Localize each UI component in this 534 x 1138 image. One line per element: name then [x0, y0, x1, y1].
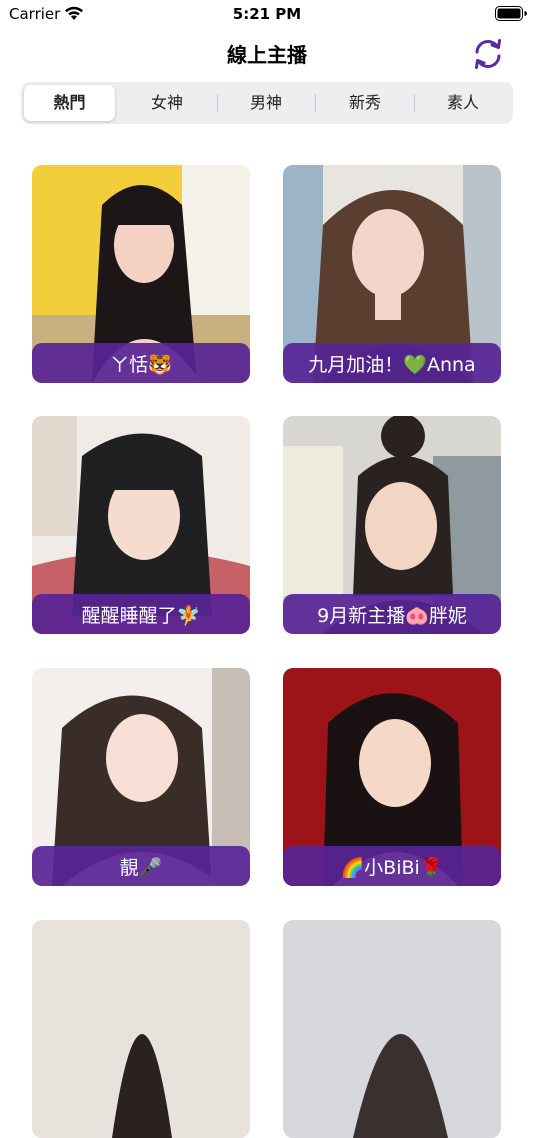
- streamer-card[interactable]: 9月新主播🐽胖妮: [283, 416, 501, 634]
- streamer-name: ㄚ恬🐯: [110, 353, 172, 376]
- category-segmented-control: 熱門 女神 男神 新秀 素人: [21, 82, 513, 124]
- page-title: 線上主播: [227, 43, 307, 67]
- battery-icon: [495, 6, 527, 21]
- streamer-photo: [32, 920, 250, 1138]
- streamer-label-bar: ㄚ恬🐯: [32, 343, 250, 383]
- streamer-card[interactable]: 九月加油！💚Anna: [283, 165, 501, 383]
- streamer-name: 九月加油！💚Anna: [308, 353, 476, 376]
- refresh-button[interactable]: [470, 36, 506, 72]
- tab-male-god[interactable]: 男神: [219, 85, 313, 121]
- streamer-name: 醒醒睡醒了🧚: [81, 604, 201, 627]
- segment-divider: [217, 94, 218, 112]
- streamer-label-bar: 🌈小BiBi🌹: [283, 846, 501, 886]
- streamer-photo: [283, 920, 501, 1138]
- status-bar: Carrier 5:21 PM: [0, 0, 534, 28]
- tab-goddess[interactable]: 女神: [119, 85, 215, 121]
- streamer-label-bar: 9月新主播🐽胖妮: [283, 594, 501, 634]
- segment-divider: [315, 94, 316, 112]
- status-time: 5:21 PM: [232, 5, 302, 23]
- streamer-card[interactable]: 醒醒睡醒了🧚: [32, 416, 250, 634]
- streamer-name: 靚🎤: [119, 856, 163, 879]
- streamer-label-bar: 九月加油！💚Anna: [283, 343, 501, 383]
- streamer-label-bar: 靚🎤: [32, 846, 250, 886]
- streamer-card[interactable]: 🌈小BiBi🌹: [283, 668, 501, 886]
- streamer-name: 9月新主播🐽胖妮: [317, 604, 467, 627]
- refresh-icon: [475, 39, 501, 69]
- streamer-card[interactable]: [283, 920, 501, 1138]
- tab-hot[interactable]: 熱門: [24, 85, 115, 121]
- streamer-card[interactable]: ㄚ恬🐯: [32, 165, 250, 383]
- tab-newcomer[interactable]: 新秀: [317, 85, 413, 121]
- streamer-name: 🌈小BiBi🌹: [340, 856, 444, 879]
- streamer-card[interactable]: 靚🎤: [32, 668, 250, 886]
- segment-divider: [414, 94, 415, 112]
- tab-amateur[interactable]: 素人: [416, 85, 510, 121]
- streamer-card[interactable]: [32, 920, 250, 1138]
- streamer-label-bar: 醒醒睡醒了🧚: [32, 594, 250, 634]
